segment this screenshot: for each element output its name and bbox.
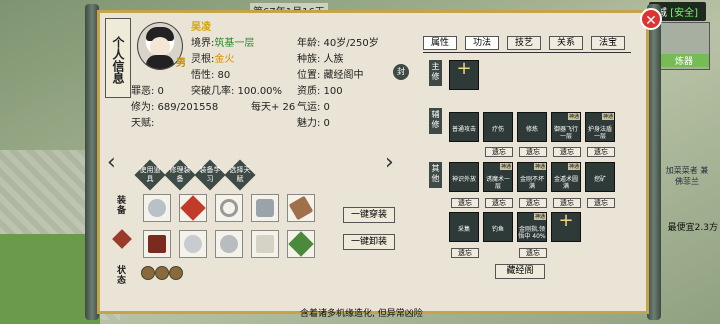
- other-skill-slot[interactable]: 神通 金刚指,领悟中 40%: [517, 212, 547, 242]
- character-name: 吴凌: [191, 22, 211, 33]
- tab-attributes[interactable]: 属性: [423, 36, 457, 50]
- aux-skill-slot[interactable]: 修炼: [517, 112, 547, 142]
- select-talent-button[interactable]: 选择天赋: [224, 159, 256, 191]
- next-arrow-icon[interactable]: ›: [385, 150, 394, 175]
- forget-button[interactable]: 遗忘: [451, 248, 479, 258]
- other-skill-slot[interactable]: 采集: [449, 212, 479, 242]
- gender: 男: [176, 58, 186, 69]
- comprehension: 悟性: 80: [191, 70, 231, 81]
- luck: 气运: 0: [297, 102, 330, 113]
- forget-button[interactable]: 遗忘: [519, 147, 547, 157]
- crime: 罪恶: 0: [131, 86, 164, 97]
- status-effect-icon[interactable]: [141, 266, 155, 280]
- tab-techniques[interactable]: 功法: [465, 36, 499, 50]
- character-scroll-panel: 个人信息 男 吴凌 境界:筑基一层 灵根:金火 悟性: 80 罪恶: 0 突破几…: [85, 4, 661, 320]
- equip-slot-tool[interactable]: [287, 194, 315, 222]
- charm: 魅力: 0: [297, 118, 330, 129]
- other-skill-slot[interactable]: 神识外放: [449, 162, 479, 192]
- forget-button[interactable]: 遗忘: [553, 198, 581, 208]
- tab-treasures[interactable]: 法宝: [591, 36, 625, 50]
- location: 位置: 藏经阁中: [297, 70, 364, 81]
- equip-slot-armor[interactable]: [143, 194, 171, 222]
- side-tip: 最便宜2.3方: [667, 223, 718, 233]
- forget-button[interactable]: 遗忘: [553, 147, 581, 157]
- cultivation-per-day: 每天+ 26: [251, 102, 296, 113]
- equip-slot-charm[interactable]: [251, 230, 279, 258]
- equip-slot-helmet[interactable]: [143, 230, 171, 258]
- hint-text: 含着诸多机缘造化, 但异常凶险: [300, 309, 423, 319]
- status-effect-icon[interactable]: [155, 266, 169, 280]
- equip-learn-button[interactable]: 装备学习: [194, 159, 226, 191]
- section-aux: 辅修: [429, 108, 442, 134]
- other-skill-slot[interactable]: 神通 诱魔术一层: [483, 162, 513, 192]
- section-other: 其他: [429, 162, 442, 188]
- forget-button[interactable]: 遗忘: [587, 198, 615, 208]
- realm-row: 境界:筑基一层: [191, 38, 255, 49]
- equip-all-button[interactable]: 一键穿装: [343, 207, 395, 223]
- age: 年龄: 40岁/250岁: [297, 38, 379, 49]
- scroll-roller-right: [647, 4, 661, 320]
- cultivation: 修为: 689/201558: [131, 102, 219, 113]
- status-label: 状态: [117, 266, 127, 286]
- other-skill-slot[interactable]: 钓鱼: [483, 212, 513, 242]
- other-skill-slot[interactable]: 神通 金刚不坏满: [517, 162, 547, 192]
- repair-equipment-button[interactable]: 修理装备: [164, 159, 196, 191]
- forget-button[interactable]: 遗忘: [485, 198, 513, 208]
- equipment-label: 装备: [117, 196, 127, 216]
- main-skill-slot[interactable]: +: [449, 60, 479, 90]
- use-item-button[interactable]: 使用道具: [134, 159, 166, 191]
- spirit-root-row: 灵根:金火: [191, 54, 235, 65]
- forget-button[interactable]: 遗忘: [519, 248, 547, 258]
- forget-button[interactable]: 遗忘: [587, 147, 615, 157]
- breakthrough-chance: 突破几率: 100.00%: [191, 86, 283, 97]
- add-skill-slot[interactable]: +: [551, 212, 581, 242]
- seal-badge[interactable]: 封: [393, 64, 409, 80]
- tab-divider: [423, 52, 631, 53]
- minimap-label: 炼器: [659, 54, 709, 67]
- safe-status: [安全]: [670, 8, 698, 19]
- unequip-all-button[interactable]: 一键卸装: [343, 234, 395, 250]
- status-effect-icon[interactable]: [169, 266, 183, 280]
- aux-skill-slot[interactable]: 神通 御器飞行一层: [551, 112, 581, 142]
- aux-skill-slot[interactable]: 疗伤: [483, 112, 513, 142]
- forget-button[interactable]: 遗忘: [451, 198, 479, 208]
- personal-info-ribbon: 个人信息: [105, 18, 131, 98]
- aux-skill-slot[interactable]: 神通 护身法盾一层: [585, 112, 615, 142]
- equip-slot-orb[interactable]: [179, 230, 207, 258]
- forget-button[interactable]: 遗忘: [485, 147, 513, 157]
- equip-slot-ring[interactable]: [215, 194, 243, 222]
- scripture-pavilion-button[interactable]: 藏经阁: [495, 264, 545, 279]
- equip-slot-boots[interactable]: [251, 194, 279, 222]
- npc-label[interactable]: 加菜菜者 兼佛菲兰: [662, 165, 712, 187]
- other-skill-slot[interactable]: 神通 金遁术圆满: [551, 162, 581, 192]
- equip-slot-weapon[interactable]: [179, 194, 207, 222]
- tab-relations[interactable]: 关系: [549, 36, 583, 50]
- tab-skills[interactable]: 技艺: [507, 36, 541, 50]
- aptitude: 资质: 100: [297, 86, 343, 97]
- equip-slot-sword[interactable]: [287, 230, 315, 258]
- close-icon[interactable]: ✕: [640, 8, 662, 30]
- race: 种族: 人族: [297, 54, 344, 65]
- minimap[interactable]: 炼器: [658, 22, 710, 70]
- forget-button[interactable]: 遗忘: [519, 198, 547, 208]
- equip-slot-necklace[interactable]: [215, 230, 243, 258]
- talent: 天赋:: [131, 118, 155, 129]
- aux-skill-slot[interactable]: 普通攻击: [449, 112, 479, 142]
- prev-arrow-icon[interactable]: ‹: [107, 150, 116, 175]
- other-skill-slot[interactable]: 挖矿: [585, 162, 615, 192]
- section-main: 主修: [429, 60, 442, 86]
